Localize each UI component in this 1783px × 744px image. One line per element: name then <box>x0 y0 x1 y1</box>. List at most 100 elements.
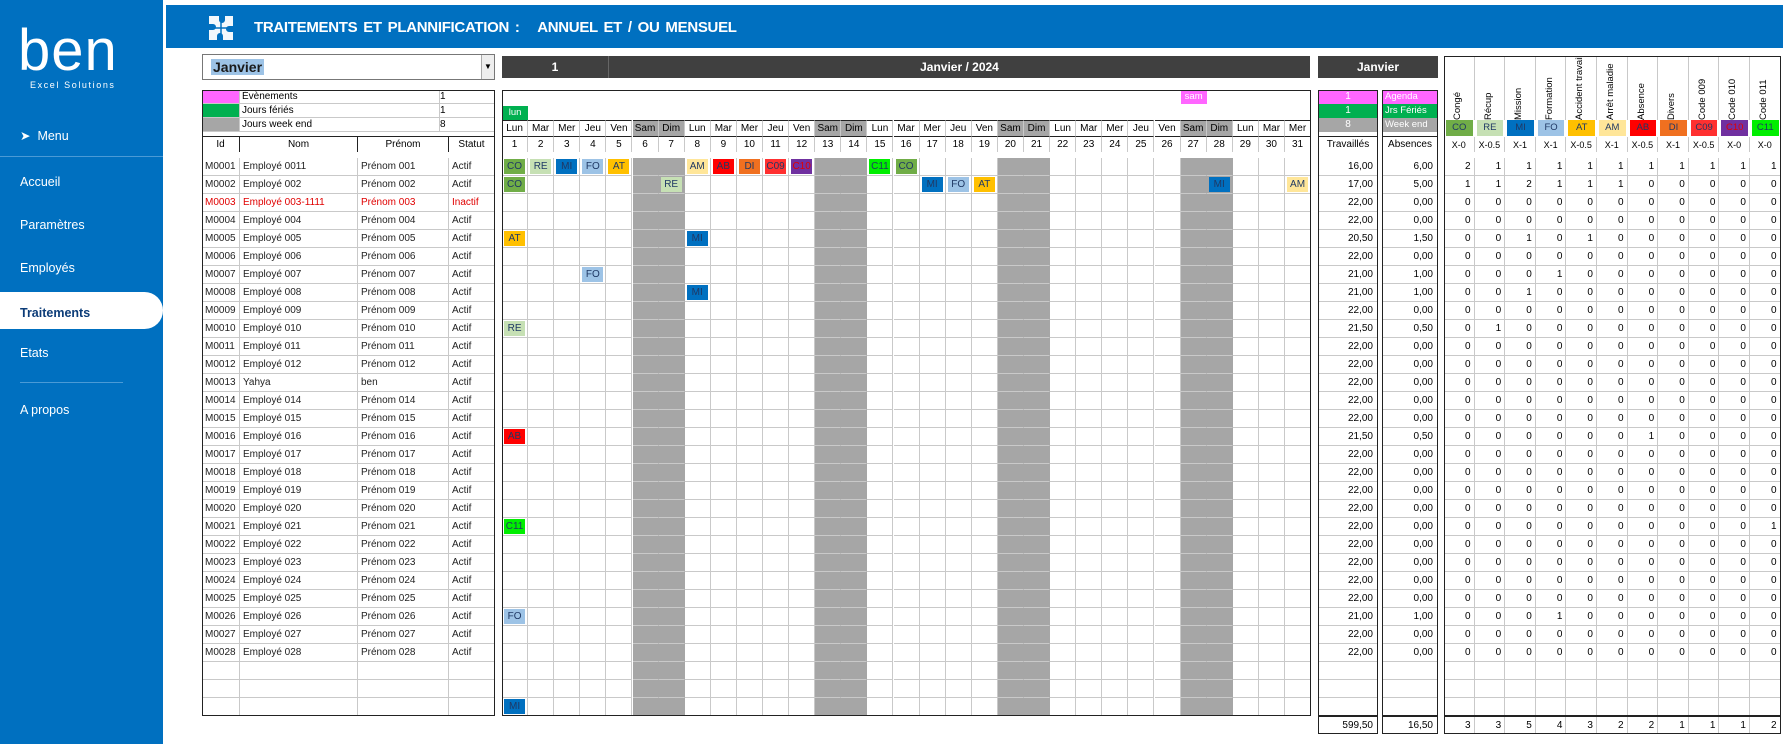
day-cell[interactable] <box>736 176 763 194</box>
day-cell[interactable] <box>632 446 659 464</box>
day-cell[interactable] <box>554 680 581 698</box>
day-cell[interactable] <box>1232 356 1259 374</box>
day-cell[interactable] <box>1258 302 1285 320</box>
day-cell[interactable] <box>1024 518 1051 536</box>
day-cell[interactable] <box>815 392 842 410</box>
day-cell[interactable] <box>971 500 998 518</box>
day-cell[interactable] <box>789 644 816 662</box>
day-cell[interactable] <box>1128 590 1155 608</box>
day-cell[interactable] <box>841 248 868 266</box>
day-cell[interactable] <box>554 662 581 680</box>
day-cell[interactable] <box>945 212 972 230</box>
day-cell[interactable] <box>502 536 529 554</box>
day-cell[interactable] <box>1076 194 1103 212</box>
day-cell[interactable] <box>945 464 972 482</box>
day-cell[interactable] <box>658 410 685 428</box>
day-cell[interactable] <box>1050 536 1077 554</box>
day-cell[interactable] <box>997 158 1024 176</box>
day-cell[interactable] <box>789 428 816 446</box>
day-cell[interactable] <box>789 284 816 302</box>
day-cell[interactable] <box>736 212 763 230</box>
day-cell[interactable] <box>1285 410 1312 428</box>
day-cell[interactable] <box>1154 662 1181 680</box>
day-cell[interactable] <box>1024 266 1051 284</box>
day-cell[interactable] <box>1180 248 1207 266</box>
day-cell[interactable] <box>1232 410 1259 428</box>
day-cell[interactable] <box>867 662 894 680</box>
day-cell[interactable] <box>1180 320 1207 338</box>
day-cell[interactable] <box>1128 158 1155 176</box>
day-cell[interactable]: AB <box>710 158 737 176</box>
day-cell[interactable] <box>528 176 555 194</box>
day-cell[interactable] <box>1285 266 1312 284</box>
day-cell[interactable] <box>736 410 763 428</box>
day-cell[interactable] <box>1232 392 1259 410</box>
day-cell[interactable] <box>867 500 894 518</box>
day-cell[interactable] <box>1180 464 1207 482</box>
day-cell[interactable] <box>841 230 868 248</box>
day-cell[interactable] <box>1050 410 1077 428</box>
day-cell[interactable] <box>1285 284 1312 302</box>
day-cell[interactable]: C10 <box>789 158 816 176</box>
day-cell[interactable] <box>841 698 868 716</box>
day-cell[interactable] <box>1258 554 1285 572</box>
day-cell[interactable] <box>815 446 842 464</box>
absence-code-badge[interactable]: RE <box>504 321 526 336</box>
day-cell[interactable] <box>1076 212 1103 230</box>
day-cell[interactable] <box>1180 356 1207 374</box>
day-cell[interactable] <box>1024 680 1051 698</box>
day-cell[interactable] <box>658 500 685 518</box>
day-cell[interactable] <box>763 662 790 680</box>
day-cell[interactable] <box>763 626 790 644</box>
day-cell[interactable] <box>971 680 998 698</box>
day-cell[interactable] <box>1154 392 1181 410</box>
day-cell[interactable] <box>789 698 816 716</box>
day-cell[interactable] <box>658 212 685 230</box>
day-cell[interactable] <box>580 680 607 698</box>
day-cell[interactable] <box>554 320 581 338</box>
day-cell[interactable] <box>1102 356 1129 374</box>
day-cell[interactable] <box>867 194 894 212</box>
day-cell[interactable] <box>815 464 842 482</box>
day-cell[interactable] <box>658 608 685 626</box>
day-cell[interactable] <box>919 698 946 716</box>
day-cell[interactable] <box>1024 194 1051 212</box>
day-cell[interactable] <box>1206 230 1233 248</box>
day-cell[interactable] <box>1076 626 1103 644</box>
day-cell[interactable] <box>945 698 972 716</box>
day-cell[interactable] <box>736 698 763 716</box>
day-cell[interactable] <box>606 266 633 284</box>
day-cell[interactable] <box>710 410 737 428</box>
absence-code-badge[interactable]: C11 <box>504 519 526 534</box>
day-cell[interactable]: AM <box>684 158 711 176</box>
day-cell[interactable] <box>1180 446 1207 464</box>
day-cell[interactable] <box>815 500 842 518</box>
absence-code-badge[interactable]: AB <box>712 159 734 174</box>
day-cell[interactable] <box>893 626 920 644</box>
day-cell[interactable] <box>893 374 920 392</box>
day-cell[interactable]: RE <box>528 158 555 176</box>
day-cell[interactable]: AT <box>971 176 998 194</box>
day-cell[interactable] <box>684 698 711 716</box>
day-cell[interactable] <box>1232 446 1259 464</box>
day-cell[interactable] <box>1024 698 1051 716</box>
day-cell[interactable] <box>1285 230 1312 248</box>
day-cell[interactable] <box>1102 590 1129 608</box>
day-cell[interactable] <box>997 302 1024 320</box>
day-cell[interactable] <box>736 482 763 500</box>
day-cell[interactable] <box>1076 644 1103 662</box>
day-cell[interactable] <box>945 194 972 212</box>
day-cell[interactable] <box>1128 230 1155 248</box>
day-cell[interactable] <box>684 662 711 680</box>
day-cell[interactable] <box>1024 446 1051 464</box>
day-cell[interactable] <box>1258 464 1285 482</box>
day-cell[interactable] <box>945 518 972 536</box>
day-cell[interactable] <box>1128 392 1155 410</box>
day-cell[interactable] <box>1180 536 1207 554</box>
day-cell[interactable] <box>893 410 920 428</box>
day-cell[interactable] <box>502 302 529 320</box>
day-cell[interactable] <box>945 266 972 284</box>
day-cell[interactable] <box>1285 356 1312 374</box>
day-cell[interactable] <box>1154 230 1181 248</box>
absence-code-badge[interactable]: MI <box>686 285 708 300</box>
